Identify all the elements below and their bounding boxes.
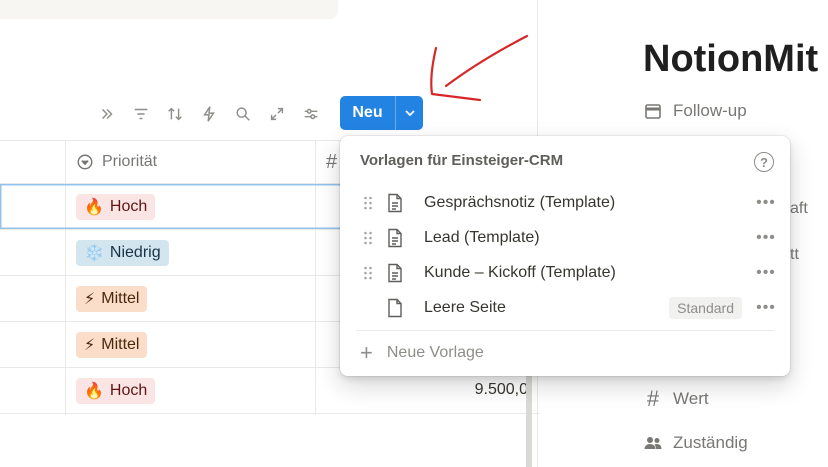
automation-icon[interactable] (192, 97, 226, 131)
priority-label: Niedrig (109, 244, 161, 261)
people-icon (644, 437, 662, 449)
template-label: Gesprächsnotiz (Template) (424, 194, 616, 211)
column-header-label: Priorität (102, 153, 158, 170)
template-label: Kunde – Kickoff (Template) (424, 264, 616, 281)
more-options-icon[interactable]: ••• (756, 264, 776, 282)
column-header-priority[interactable]: Priorität (76, 153, 157, 171)
page-title[interactable]: NotionMit (643, 38, 818, 81)
priority-label: Hoch (109, 382, 148, 399)
blank-page-icon (380, 298, 410, 318)
property-owner[interactable]: Zuständig (643, 433, 748, 453)
dropdown-divider (356, 330, 774, 331)
value-cell[interactable]: 9.500,0 (475, 381, 528, 399)
priority-tag[interactable]: 🔥 Hoch (76, 378, 156, 404)
lightning-icon: ⚡ (84, 291, 96, 308)
document-icon (380, 228, 410, 248)
plus-icon: + (360, 340, 373, 365)
priority-tag[interactable]: ❄️ Niedrig (76, 240, 169, 266)
more-options-icon[interactable]: ••• (756, 299, 776, 317)
template-item[interactable]: Lead (Template) ••• (356, 222, 776, 254)
calendar-icon (645, 104, 661, 119)
number-property-icon[interactable]: # (326, 151, 337, 174)
templates-dropdown: Vorlagen für Einsteiger-CRM ? Gesprächsn… (340, 136, 790, 376)
new-button[interactable]: Neu (340, 96, 423, 130)
snowflake-icon: ❄️ (84, 245, 104, 262)
chevron-down-icon[interactable] (396, 96, 423, 130)
drag-handle-icon[interactable] (356, 195, 380, 211)
property-label: Zuständig (673, 433, 748, 452)
document-icon (380, 263, 410, 283)
priority-tag[interactable]: ⚡ Mittel (76, 332, 148, 358)
search-icon[interactable] (226, 97, 260, 131)
dropdown-title: Vorlagen für Einsteiger-CRM (360, 152, 564, 169)
property-label-partial: aft (790, 200, 808, 217)
select-property-icon (77, 154, 93, 170)
top-bar (0, 0, 338, 19)
fire-icon: 🔥 (84, 383, 104, 400)
number-property-icon: # (646, 386, 660, 411)
priority-tag[interactable]: ⚡ Mittel (76, 286, 148, 312)
priority-label: Hoch (109, 198, 148, 215)
template-item[interactable]: Gesprächsnotiz (Template) ••• (356, 187, 776, 219)
document-icon (380, 193, 410, 213)
new-button-label[interactable]: Neu (340, 96, 395, 130)
template-label: Lead (Template) (424, 229, 540, 246)
lightning-icon: ⚡ (84, 337, 96, 354)
property-value[interactable]: # Wert (643, 386, 709, 412)
new-template-button[interactable]: + Neue Vorlage (360, 342, 484, 364)
property-label-partial: tt (790, 246, 799, 263)
priority-label: Mittel (101, 290, 140, 307)
fire-icon: 🔥 (84, 199, 104, 216)
priority-label: Mittel (101, 336, 140, 353)
new-template-label: Neue Vorlage (386, 344, 484, 361)
help-icon[interactable]: ? (754, 152, 774, 172)
more-options-icon[interactable]: ••• (756, 229, 776, 247)
database-toolbar (90, 96, 328, 132)
priority-tag[interactable]: 🔥 Hoch (76, 194, 156, 220)
annotation-arrow (430, 34, 529, 102)
default-badge: Standard (669, 297, 742, 319)
drag-handle-icon[interactable] (356, 230, 380, 246)
template-label: Leere Seite (424, 299, 506, 316)
settings-icon[interactable] (294, 97, 328, 131)
drag-handle-icon[interactable] (356, 265, 380, 281)
more-options-icon[interactable]: ••• (756, 194, 776, 212)
template-item[interactable]: Kunde – Kickoff (Template) ••• (356, 257, 776, 289)
template-item-default[interactable]: Leere Seite Standard ••• (356, 292, 776, 324)
property-label: Follow-up (673, 101, 747, 120)
property-label: Wert (673, 389, 709, 408)
open-fullpage-icon[interactable] (260, 97, 294, 131)
property-followup[interactable]: Follow-up (643, 101, 747, 121)
filter-icon[interactable] (124, 97, 158, 131)
sort-icon[interactable] (158, 97, 192, 131)
expand-sidebar-icon[interactable] (90, 97, 124, 131)
